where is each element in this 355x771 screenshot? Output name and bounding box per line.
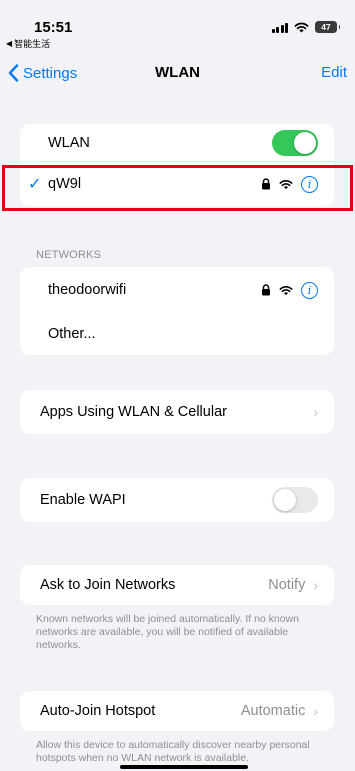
home-indicator[interactable]: [120, 765, 248, 769]
back-app-label: 智能生活: [14, 39, 51, 49]
navigation-bar: Settings WLAN Edit: [0, 58, 355, 90]
info-icon[interactable]: i: [301, 281, 318, 299]
lock-icon: [262, 284, 270, 296]
ask-join-group: Ask to Join Networks Notify ›: [20, 565, 334, 605]
other-network-row[interactable]: Other...: [20, 313, 334, 355]
auto-join-row[interactable]: Auto-Join Hotspot Automatic ›: [20, 691, 334, 731]
back-triangle-icon: ◀: [6, 39, 13, 48]
back-to-app-link[interactable]: ◀ 智能生活: [6, 37, 50, 50]
other-network-label: Other...: [48, 326, 96, 342]
chevron-right-icon: ›: [313, 404, 318, 420]
auto-join-value: Automatic: [240, 703, 306, 719]
auto-join-footer: Allow this device to automatically disco…: [36, 739, 310, 764]
settings-back-button[interactable]: Settings: [8, 64, 77, 82]
networks-header: NETWORKS: [36, 249, 102, 261]
apps-using-group: Apps Using WLAN & Cellular ›: [20, 390, 334, 434]
chevron-right-icon: ›: [313, 577, 318, 593]
ask-join-footer: Known networks will be joined automatica…: [36, 613, 300, 651]
system-icons: 47: [271, 21, 340, 33]
wifi-signal-icon: [279, 285, 293, 295]
highlight-box: [2, 165, 353, 211]
wapi-label: Enable WAPI: [40, 492, 126, 508]
chevron-left-icon: [8, 64, 19, 82]
chevron-right-icon: ›: [313, 703, 318, 719]
ask-join-label: Ask to Join Networks: [40, 577, 176, 593]
network-row[interactable]: theodoorwifi i: [20, 267, 334, 313]
auto-join-label: Auto-Join Hotspot: [40, 703, 156, 719]
battery-level: 47: [321, 22, 331, 32]
status-time: 15:51: [34, 19, 73, 36]
wlan-toggle-row: WLAN: [20, 124, 334, 162]
wapi-group: Enable WAPI: [20, 478, 334, 522]
back-label: Settings: [23, 64, 78, 82]
ask-join-row[interactable]: Ask to Join Networks Notify ›: [20, 565, 334, 605]
cellular-signal-icon: [271, 22, 288, 33]
networks-group: theodoorwifi i Other...: [20, 267, 334, 355]
auto-join-group: Auto-Join Hotspot Automatic ›: [20, 691, 334, 731]
ask-join-value: Notify: [268, 577, 306, 593]
edit-button[interactable]: Edit: [321, 64, 347, 81]
status-bar: 15:51 ◀ 智能生活 47: [0, 0, 355, 58]
battery-icon: 47: [315, 21, 340, 33]
wapi-row: Enable WAPI: [20, 478, 334, 522]
wifi-status-icon: [294, 22, 309, 32]
wlan-label: WLAN: [48, 135, 90, 151]
network-name: theodoorwifi: [48, 282, 127, 298]
wapi-toggle[interactable]: [272, 487, 318, 513]
wlan-toggle[interactable]: [272, 130, 318, 156]
apps-using-row[interactable]: Apps Using WLAN & Cellular ›: [20, 390, 334, 434]
apps-using-label: Apps Using WLAN & Cellular: [40, 404, 227, 420]
